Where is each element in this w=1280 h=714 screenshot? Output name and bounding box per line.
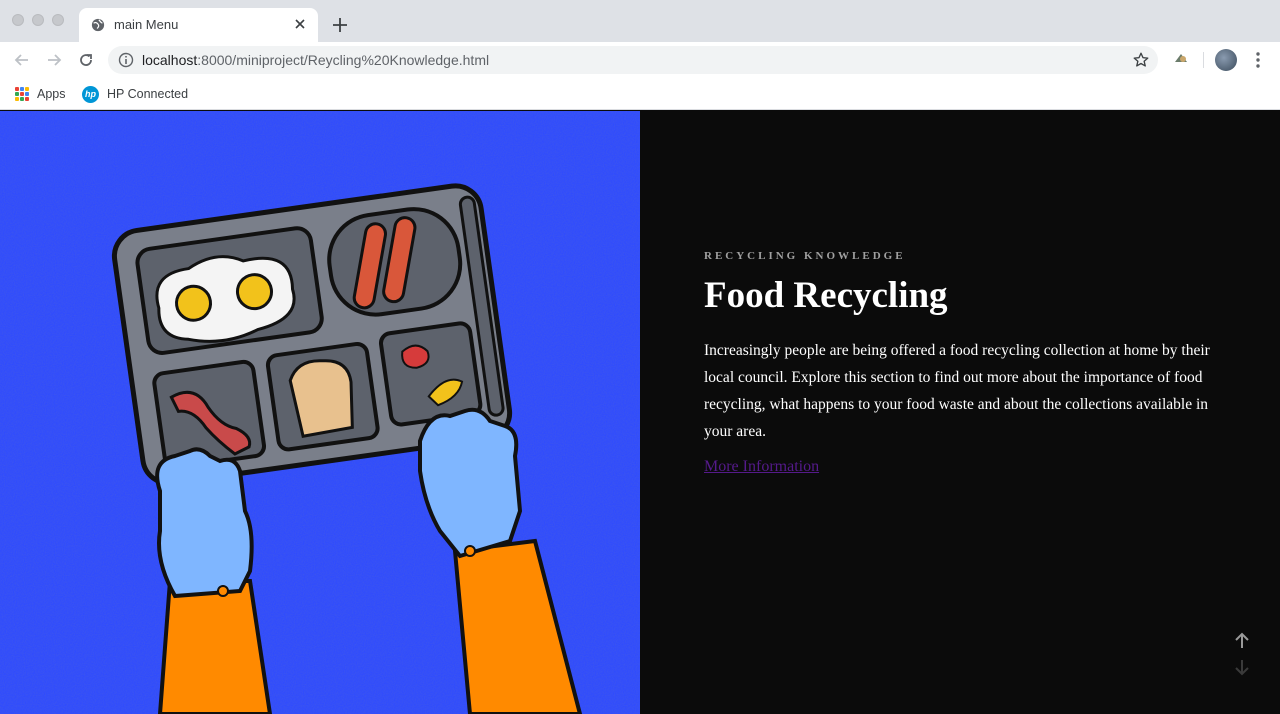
more-information-link[interactable]: More Information (704, 458, 819, 476)
bookmark-label: HP Connected (107, 87, 189, 101)
extension-icon[interactable] (1172, 50, 1190, 68)
back-icon[interactable] (12, 50, 32, 70)
window-minimize-dot[interactable] (32, 14, 44, 26)
url-text: localhost:8000/miniproject/Reycling%20Kn… (142, 52, 489, 68)
bookmarks-bar: Apps hp HP Connected (0, 78, 1280, 110)
globe-icon (91, 18, 105, 32)
content-panel: RECYCLING KNOWLEDGE Food Recycling Incre… (640, 111, 1280, 714)
info-icon[interactable] (118, 52, 134, 68)
food-tray-image (0, 111, 640, 714)
more-vertical-icon[interactable] (1250, 50, 1266, 70)
avatar[interactable] (1215, 49, 1237, 71)
bookmark-hp-connected[interactable]: hp HP Connected (82, 84, 188, 104)
address-bar[interactable]: localhost:8000/miniproject/Reycling%20Kn… (108, 46, 1158, 74)
browser-toolbar: localhost:8000/miniproject/Reycling%20Kn… (0, 42, 1280, 78)
close-icon[interactable] (292, 16, 308, 32)
window-zoom-dot[interactable] (52, 14, 64, 26)
apps-grid-icon (15, 87, 29, 101)
page-title: Food Recycling (704, 275, 948, 316)
toolbar-separator (1203, 52, 1204, 68)
hp-logo-icon: hp (82, 85, 99, 103)
bookmark-star-icon[interactable] (1132, 51, 1150, 69)
intro-paragraph: Increasingly people are being offered a … (704, 342, 1210, 440)
new-tab-icon[interactable] (330, 15, 350, 35)
url-host: localhost (142, 52, 198, 68)
food-tray-illustration (0, 111, 640, 714)
bookmark-apps[interactable]: Apps (15, 84, 66, 104)
forward-icon[interactable] (44, 50, 64, 70)
page: RECYCLING KNOWLEDGE Food Recycling Incre… (0, 111, 1280, 714)
arrow-up-icon[interactable] (1232, 631, 1252, 651)
bookmark-label: Apps (37, 87, 66, 101)
arrow-down-icon[interactable] (1232, 657, 1252, 677)
section-eyebrow: RECYCLING KNOWLEDGE (704, 250, 906, 262)
window-close-dot[interactable] (12, 14, 24, 26)
url-path: :8000/miniproject/Reycling%20Knowledge.h… (197, 52, 490, 68)
tab-title: main Menu (114, 17, 179, 32)
reload-icon[interactable] (76, 50, 96, 70)
tab-bar: main Menu (0, 0, 1280, 42)
browser-tab[interactable]: main Menu (79, 8, 318, 42)
